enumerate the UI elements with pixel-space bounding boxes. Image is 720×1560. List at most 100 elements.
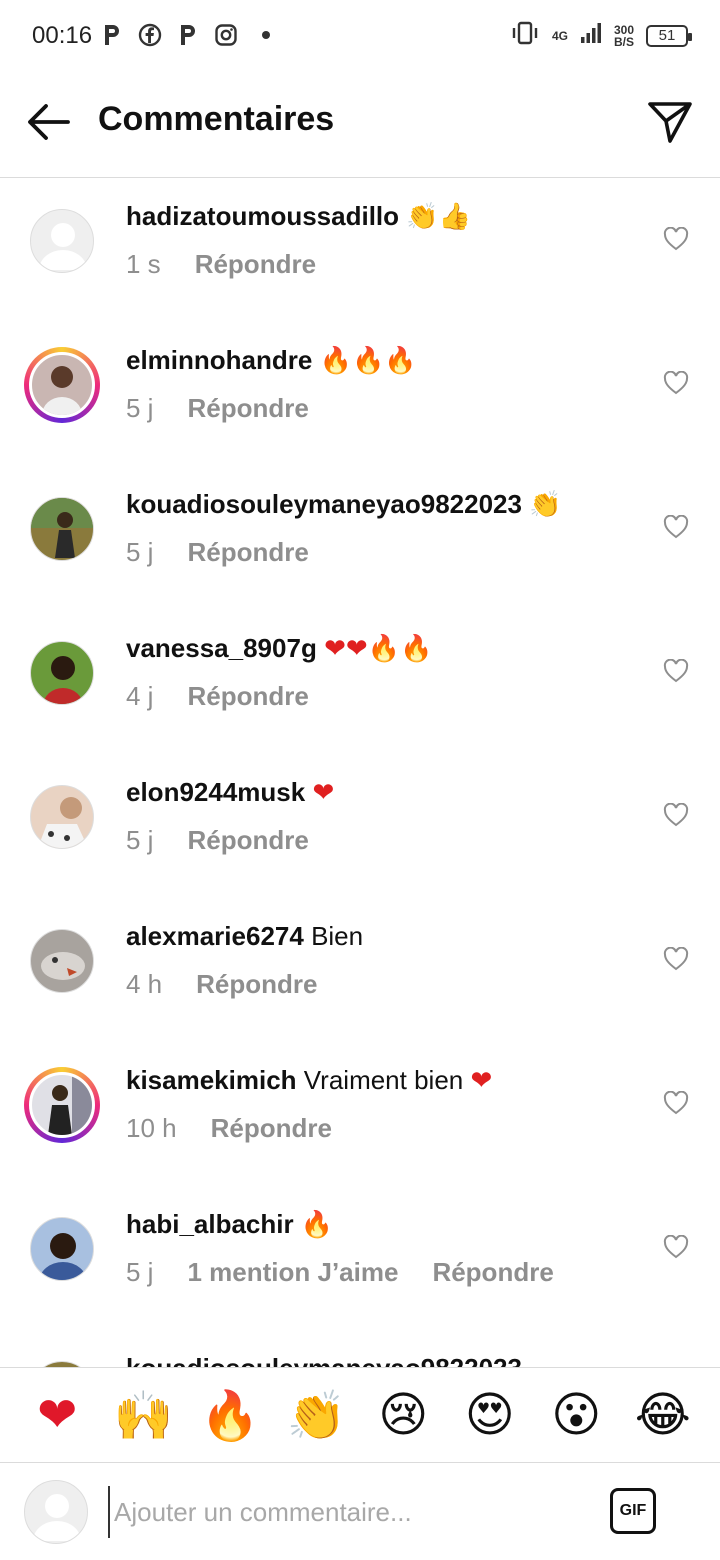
comment-username[interactable]: hadizatoumoussadillo <box>126 201 399 231</box>
network-type-label: 4G <box>551 28 568 43</box>
likes-count-button[interactable]: 1 mention J’aime <box>187 1257 398 1288</box>
avatar[interactable] <box>24 923 100 999</box>
gif-label: GIF <box>619 1502 647 1519</box>
quick-emoji-heart[interactable]: ❤ <box>22 1380 92 1450</box>
comment-text: habi_albachir 🔥 <box>126 1209 333 1240</box>
reply-button[interactable]: Répondre <box>187 393 308 424</box>
comment-username[interactable]: vanessa_8907g <box>126 633 317 663</box>
network-speed-unit: B/S <box>613 34 634 49</box>
heart-outline-icon <box>663 371 689 395</box>
comment-body: Vraiment bien <box>303 1065 464 1095</box>
gif-button[interactable]: GIF <box>610 1488 656 1534</box>
quick-emoji-crying[interactable]: 😢 <box>368 1380 438 1450</box>
heart-outline-icon <box>663 1091 689 1115</box>
notification-icons <box>100 22 270 48</box>
like-button[interactable] <box>662 1233 690 1261</box>
comment-item-partial: kouadiosouleymaneyao9822023 <box>0 1331 720 1367</box>
status-bar: 00:16 4G 300 B/S 51 <box>0 0 720 72</box>
reply-button[interactable]: Répondre <box>211 1113 332 1144</box>
avatar[interactable] <box>24 491 100 567</box>
comment-time: 4 h <box>126 969 163 999</box>
comment-list[interactable]: hadizatoumoussadillo 👏👍 1 s Répondre elm… <box>0 179 720 1367</box>
comment-item: kisamekimich Vraiment bien ❤ 10 h Répond… <box>0 1043 720 1187</box>
comment-text: vanessa_8907g ❤❤🔥🔥 <box>126 633 432 664</box>
like-button[interactable] <box>662 225 690 253</box>
comment-time: 10 h <box>126 1113 177 1143</box>
avatar[interactable] <box>24 779 100 855</box>
quick-emoji-raised-hands[interactable]: 🙌 <box>109 1380 179 1450</box>
comment-time: 5 j <box>126 393 154 423</box>
like-button[interactable] <box>662 945 690 973</box>
more-notifications-dot <box>262 31 270 39</box>
reply-button[interactable]: Répondre <box>187 825 308 856</box>
signal-icon <box>580 21 602 50</box>
reply-button[interactable]: Répondre <box>187 681 308 712</box>
share-button[interactable] <box>642 94 698 150</box>
avatar-image <box>30 497 94 561</box>
avatar[interactable] <box>24 1067 100 1143</box>
comment-username[interactable]: kisamekimich <box>126 1065 297 1095</box>
app-header: Commentaires <box>0 72 720 178</box>
comment-text: hadizatoumoussadillo 👏👍 <box>126 201 471 232</box>
avatar[interactable] <box>24 1211 100 1287</box>
comment-meta: 1 s Répondre <box>126 249 316 280</box>
quick-emoji-fire[interactable]: 🔥 <box>195 1380 265 1450</box>
paper-plane-icon <box>648 102 692 143</box>
comment-item: kouadiosouleymaneyao9822023 👏 5 j Répond… <box>0 467 720 611</box>
reply-button[interactable]: Répondre <box>187 537 308 568</box>
reply-button[interactable]: Répondre <box>432 1257 553 1288</box>
comment-emoji: 👏 <box>529 490 562 520</box>
comment-username[interactable]: habi_albachir <box>126 1209 294 1239</box>
comment-username[interactable]: elon9244musk <box>126 777 305 807</box>
comment-username[interactable]: kouadiosouleymaneyao9822023 <box>126 489 522 519</box>
comment-username[interactable]: alexmarie6274 <box>126 921 304 951</box>
avatar-image <box>30 641 94 705</box>
battery-icon: 51 <box>646 24 692 47</box>
quick-emoji-surprised[interactable]: 😮 <box>541 1380 611 1450</box>
comment-text: kisamekimich Vraiment bien ❤ <box>126 1065 492 1096</box>
like-button[interactable] <box>662 801 690 829</box>
avatar[interactable] <box>24 1355 100 1367</box>
comment-emoji: 🔥🔥🔥 <box>319 346 417 376</box>
comment-meta: 5 j Répondre <box>126 537 309 568</box>
avatar[interactable] <box>24 347 100 423</box>
like-button[interactable] <box>662 369 690 397</box>
status-time: 00:16 <box>32 22 93 49</box>
quick-emoji-heart-eyes[interactable]: 😍 <box>455 1380 525 1450</box>
comment-time: 5 j <box>126 537 154 567</box>
comment-input[interactable] <box>108 1486 578 1538</box>
comment-text: alexmarie6274 Bien <box>126 921 363 952</box>
comment-item: alexmarie6274 Bien 4 h Répondre <box>0 899 720 1043</box>
avatar-image <box>30 1217 94 1281</box>
quick-emoji-tears-of-joy[interactable]: 😂 <box>628 1380 698 1450</box>
comment-text: elon9244musk ❤ <box>126 777 334 808</box>
comment-item: hadizatoumoussadillo 👏👍 1 s Répondre <box>0 179 720 323</box>
arrow-left-icon <box>28 104 70 140</box>
comment-username[interactable]: elminnohandre <box>126 345 312 375</box>
comment-meta: 4 h Répondre <box>126 969 318 1000</box>
like-button[interactable] <box>662 513 690 541</box>
comment-item: habi_albachir 🔥 5 j 1 mention J’aime Rép… <box>0 1187 720 1331</box>
network-type: 4G <box>552 30 568 42</box>
vibrate-icon <box>510 20 540 51</box>
p-app-icon <box>100 22 124 48</box>
avatar[interactable] <box>24 203 100 279</box>
heart-outline-icon <box>663 227 689 251</box>
reply-button[interactable]: Répondre <box>196 969 317 1000</box>
my-avatar <box>24 1480 88 1544</box>
back-button[interactable] <box>20 94 76 150</box>
avatar-image <box>30 785 94 849</box>
avatar-image <box>30 929 94 993</box>
comment-meta: 10 h Répondre <box>126 1113 332 1144</box>
comment-time: 4 j <box>126 681 154 711</box>
comment-emoji: ❤ <box>312 778 335 808</box>
comment-emoji: 👏👍 <box>406 202 472 232</box>
quick-emoji-clap[interactable]: 👏 <box>282 1380 352 1450</box>
like-button[interactable] <box>662 1089 690 1117</box>
avatar[interactable] <box>24 635 100 711</box>
like-button[interactable] <box>662 657 690 685</box>
comment-username[interactable]: kouadiosouleymaneyao9822023 <box>126 1353 522 1367</box>
comment-body: Bien <box>311 921 364 951</box>
avatar-image <box>29 1072 95 1138</box>
reply-button[interactable]: Répondre <box>195 249 316 280</box>
